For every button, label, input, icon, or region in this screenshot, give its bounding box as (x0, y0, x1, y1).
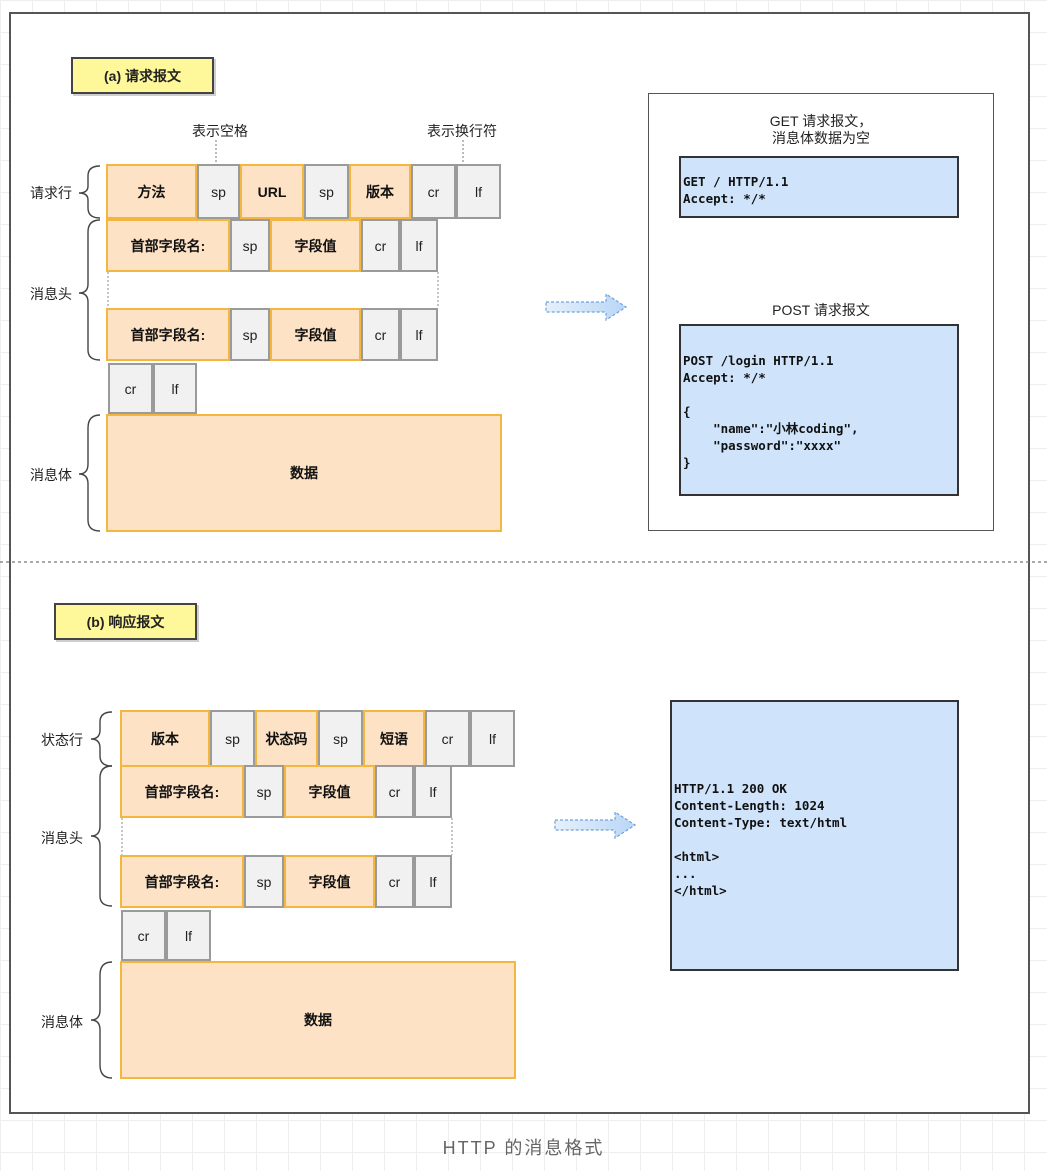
lf-field: lf (400, 219, 438, 272)
post-example-title: POST 请求报文 (772, 302, 870, 318)
cr-field: cr (361, 219, 400, 272)
figure-caption: HTTP 的消息格式 (442, 1138, 605, 1158)
lf-field: lf (153, 363, 197, 414)
status-line-label: 状态行 (41, 732, 83, 748)
header-value-field: 字段值 (284, 855, 375, 908)
cr-field: cr (121, 910, 166, 961)
brace-status-line (90, 711, 113, 767)
sp-field: sp (230, 308, 270, 361)
request-body-field: 数据 (106, 414, 502, 532)
lf-field: lf (414, 765, 452, 818)
version-field: 版本 (120, 710, 210, 767)
cr-field: cr (361, 308, 400, 361)
brace-response-body (90, 961, 113, 1079)
header-name-field: 首部字段名: (120, 765, 244, 818)
request-headers-label: 消息头 (30, 286, 72, 302)
lf-field: lf (414, 855, 452, 908)
sp-field: sp (318, 710, 363, 767)
newline-callout: 表示换行符 (427, 123, 497, 139)
sp-field: sp (230, 219, 270, 272)
sp-field: sp (197, 164, 240, 219)
request-line-label: 请求行 (30, 185, 72, 201)
lf-field: lf (470, 710, 515, 767)
sp-field: sp (244, 855, 284, 908)
lf-field: lf (456, 164, 501, 219)
cr-field: cr (375, 765, 414, 818)
request-body-label: 消息体 (30, 467, 72, 483)
lf-field: lf (166, 910, 211, 961)
get-example: GET / HTTP/1.1 Accept: */* (679, 156, 959, 218)
method-field: 方法 (106, 164, 197, 219)
response-arrow (554, 810, 637, 840)
sp-field: sp (304, 164, 349, 219)
phrase-field: 短语 (363, 710, 425, 767)
header-value-field: 字段值 (284, 765, 375, 818)
brace-request-body (78, 414, 101, 532)
post-example: POST /login HTTP/1.1 Accept: */* { "name… (679, 324, 959, 496)
lf-field: lf (400, 308, 438, 361)
request-arrow (545, 292, 628, 322)
request-section-tag: (a) 请求报文 (71, 57, 214, 94)
response-section-tag: (b) 响应报文 (54, 603, 197, 640)
brace-response-headers (90, 765, 113, 907)
cr-field: cr (375, 855, 414, 908)
header-name-field: 首部字段名: (120, 855, 244, 908)
header-value-field: 字段值 (270, 219, 361, 272)
brace-request-line (78, 165, 101, 219)
header-name-field: 首部字段名: (106, 219, 230, 272)
status-code-field: 状态码 (255, 710, 318, 767)
header-name-field: 首部字段名: (106, 308, 230, 361)
response-example: HTTP/1.1 200 OK Content-Length: 1024 Con… (670, 700, 959, 971)
sp-field: sp (244, 765, 284, 818)
url-field: URL (240, 164, 304, 219)
get-example-title: GET 请求报文， 消息体数据为空 (769, 113, 873, 146)
space-callout: 表示空格 (192, 123, 248, 139)
response-body-label: 消息体 (41, 1014, 83, 1030)
version-field: 版本 (349, 164, 411, 219)
brace-request-headers (78, 219, 101, 361)
cr-field: cr (108, 363, 153, 414)
sp-field: sp (210, 710, 255, 767)
cr-field: cr (425, 710, 470, 767)
cr-field: cr (411, 164, 456, 219)
header-value-field: 字段值 (270, 308, 361, 361)
response-body-field: 数据 (120, 961, 516, 1079)
response-headers-label: 消息头 (41, 830, 83, 846)
